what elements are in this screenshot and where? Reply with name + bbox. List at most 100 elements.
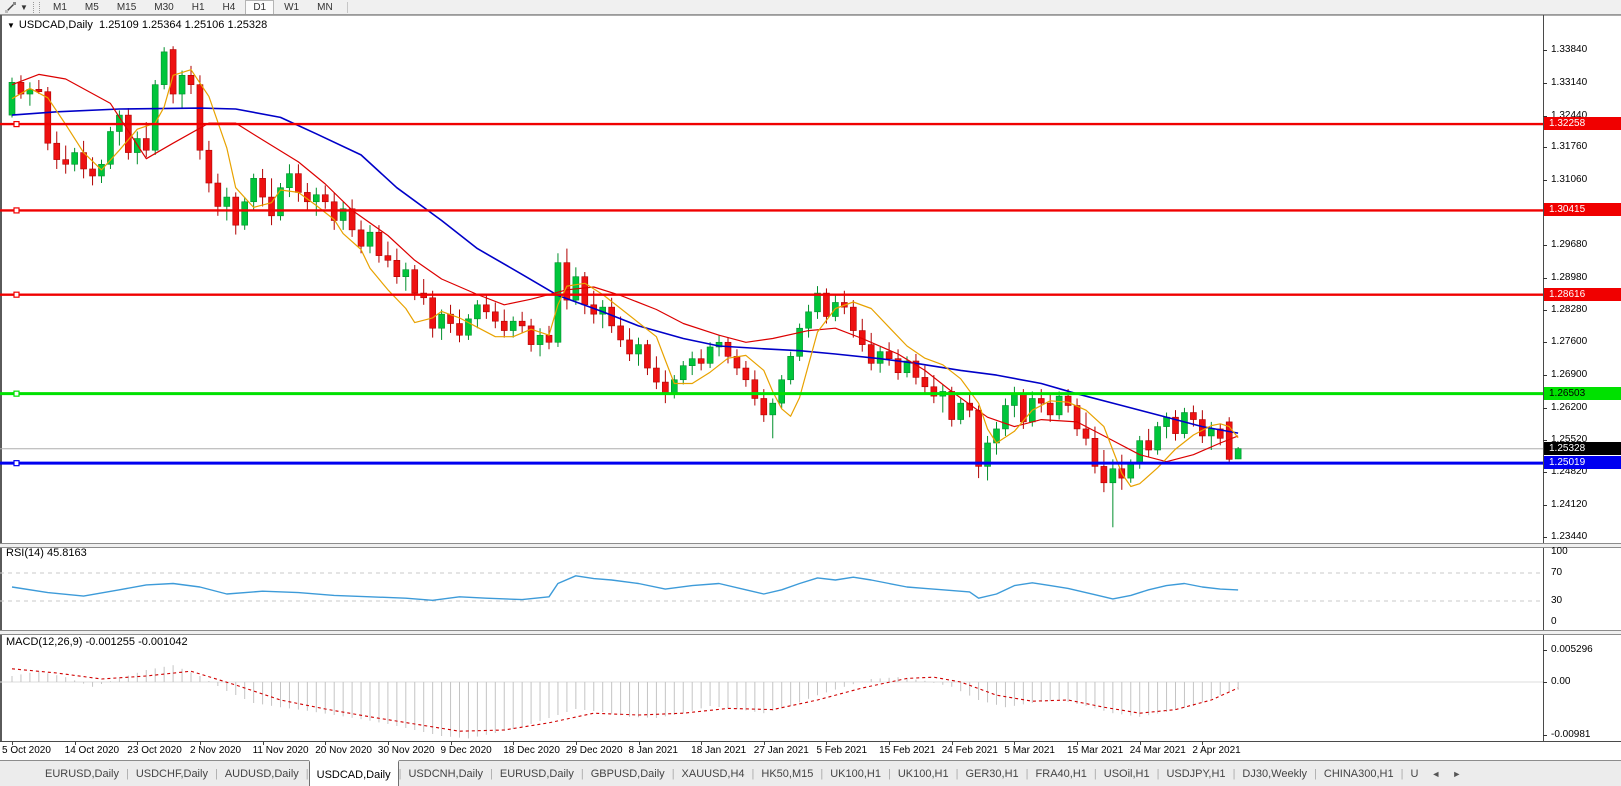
- chart-tab-EURUSD-Daily[interactable]: EURUSD,Daily: [493, 761, 581, 786]
- rsi-panel-splitter[interactable]: [0, 543, 1621, 548]
- tab-bar-lead-space: [0, 761, 38, 786]
- macd-panel-splitter[interactable]: [0, 630, 1621, 635]
- ma-red-line: [11, 73, 1239, 463]
- chart-tab-HK50-M15[interactable]: HK50,M15: [754, 761, 820, 786]
- chart-plot[interactable]: [0, 0, 1621, 786]
- chart-tab-USDJPY-H1[interactable]: USDJPY,H1: [1159, 761, 1232, 786]
- time-axis-label: 18 Jan 2021: [691, 745, 747, 756]
- price-axis-tick-label: 1.24120: [1551, 499, 1588, 511]
- chart-tab-FRA40-H1[interactable]: FRA40,H1: [1029, 761, 1094, 786]
- timeframe-button-M15[interactable]: M15: [109, 0, 144, 15]
- chart-tab-USDCHF-Daily[interactable]: USDCHF,Daily: [129, 761, 215, 786]
- tabs-scroll-left-icon[interactable]: ◄: [1425, 761, 1446, 786]
- timeframe-button-W1[interactable]: W1: [276, 0, 307, 15]
- time-axis-label: 27 Jan 2021: [753, 745, 809, 756]
- time-axis-label: 5 Feb 2021: [816, 745, 868, 756]
- hline-anchor-handle[interactable]: [13, 291, 20, 298]
- hline-price-label: 1.30415: [1544, 203, 1621, 217]
- timeframe-button-H4[interactable]: H4: [215, 0, 244, 15]
- rsi-axis-label: 30: [1551, 595, 1563, 606]
- chart-title: ▼ USDCAD,Daily 1.25109 1.25364 1.25106 1.…: [7, 19, 267, 31]
- hline-anchor-handle[interactable]: [13, 460, 20, 467]
- timeframe-button-D1[interactable]: D1: [245, 0, 275, 15]
- price-axis-tick: [1543, 439, 1547, 441]
- price-axis-tick-label: 1.31060: [1551, 174, 1588, 186]
- chart-tab-UK100-H1[interactable]: UK100,H1: [891, 761, 956, 786]
- macd-axis-label: -0.00981: [1551, 729, 1591, 740]
- rsi-axis-label: 0: [1551, 616, 1557, 627]
- hline-anchor-handle[interactable]: [13, 207, 20, 214]
- macd-axis-label: 0.005296: [1551, 644, 1593, 656]
- timeframe-button-MN[interactable]: MN: [309, 0, 341, 15]
- tabs-scroll-right-icon[interactable]: ►: [1446, 761, 1467, 786]
- time-axis-label: 8 Jan 2021: [628, 745, 679, 756]
- time-axis-label: 2 Nov 2020: [189, 745, 242, 756]
- drawing-tool-dropdown-icon[interactable]: ▼: [18, 3, 30, 12]
- current-price-label: 1.25328: [1544, 441, 1621, 455]
- price-axis-tick: [1543, 310, 1547, 312]
- macd-indicator-label: MACD(12,26,9) -0.001255 -0.001042: [6, 636, 188, 648]
- drawing-tool-icon[interactable]: [2, 1, 18, 14]
- macd-name: MACD(12,26,9): [6, 636, 83, 648]
- chart-ohlc-values: 1.25109 1.25364 1.25106 1.25328: [99, 19, 268, 31]
- price-axis-tick-label: 1.29680: [1551, 238, 1588, 250]
- price-axis-tick: [1543, 147, 1547, 149]
- hline-anchor-handle[interactable]: [13, 390, 20, 397]
- timeframe-button-M5[interactable]: M5: [77, 0, 107, 15]
- hline-price-label: 1.28616: [1544, 287, 1621, 301]
- price-axis-tick-label: 1.28280: [1551, 304, 1588, 316]
- time-axis-label: 15 Feb 2021: [879, 745, 936, 756]
- time-axis-label: 18 Dec 2020: [503, 745, 560, 756]
- hline-price-label: 1.25019: [1544, 456, 1621, 470]
- chart-tab-CHINA300-H1[interactable]: CHINA300,H1: [1317, 761, 1401, 786]
- chart-tab-GER30-H1[interactable]: GER30,H1: [958, 761, 1025, 786]
- rsi-axis-label: 100: [1551, 546, 1568, 557]
- symbol-menu-icon[interactable]: ▼: [7, 21, 15, 30]
- timeframe-button-M1[interactable]: M1: [45, 0, 75, 15]
- price-axis-tick: [1543, 505, 1547, 507]
- price-axis-tick: [1543, 277, 1547, 279]
- timeframe-buttons: M1 M5 M15 M30 H1 H4 D1 W1 MN: [44, 0, 342, 15]
- rsi-value: 45.8163: [46, 547, 87, 559]
- time-axis-label: 20 Nov 2020: [315, 745, 372, 756]
- time-axis-label: 29 Dec 2020: [565, 745, 623, 756]
- macd-axis-label: 0.00: [1551, 676, 1571, 687]
- hline-anchor-handle[interactable]: [13, 120, 20, 128]
- time-axis-label: 11 Nov 2020: [252, 745, 309, 756]
- toolbar-grip[interactable]: [33, 2, 40, 13]
- time-axis-label: 30 Nov 2020: [377, 745, 435, 756]
- chart-window-left-border: [0, 15, 2, 760]
- chart-tab-AUDUSD-Daily[interactable]: AUDUSD,Daily: [218, 761, 306, 786]
- chart-tabs-bar: EURUSD,Daily | USDCHF,Daily | AUDUSD,Daily | U…: [0, 760, 1621, 786]
- time-axis-label: 15 Mar 2021: [1067, 745, 1124, 756]
- time-axis-label: 24 Mar 2021: [1129, 745, 1186, 756]
- time-axis[interactable]: 5 Oct 2020 14 Oct 2020 23 Oct 2020 2 Nov 20…: [0, 742, 1621, 760]
- chart-tab-DJ30-Weekly[interactable]: DJ30,Weekly: [1235, 761, 1314, 786]
- timeframe-button-M30[interactable]: M30: [146, 0, 181, 15]
- toolbar-separator: [346, 2, 348, 13]
- ma-blue-line: [11, 107, 1239, 434]
- chart-tab-XAUUSD-H4[interactable]: XAUUSD,H4: [675, 761, 752, 786]
- rsi-axis-label: 70: [1551, 567, 1563, 578]
- price-axis-tick: [1543, 82, 1547, 84]
- chart-tab-EURUSD-Daily[interactable]: EURUSD,Daily: [38, 761, 126, 786]
- chart-tab-U[interactable]: U: [1403, 761, 1425, 786]
- price-axis-tick: [1543, 244, 1547, 246]
- rsi-indicator-label: RSI(14) 45.8163: [6, 547, 87, 559]
- time-axis-label: 23 Oct 2020: [127, 745, 182, 756]
- chart-tab-USOil-H1[interactable]: USOil,H1: [1097, 761, 1157, 786]
- chart-tab-USDCNH-Daily[interactable]: USDCNH,Daily: [401, 761, 490, 786]
- chart-tab-UK100-H1[interactable]: UK100,H1: [823, 761, 888, 786]
- macd-values: -0.001255 -0.001042: [85, 636, 188, 648]
- chart-tab-USDCAD-Daily[interactable]: USDCAD,Daily: [308, 760, 399, 786]
- price-axis-tick-label: 1.33840: [1551, 44, 1588, 55]
- price-axis-tick: [1543, 407, 1547, 409]
- timeframe-button-H1[interactable]: H1: [184, 0, 213, 15]
- application-window: ▼ M1 M5 M15 M30 H1 H4 D1 W1 MN ▼ USDCAD,Daily 1.2…: [0, 0, 1621, 786]
- hline-price-label: 1.26503: [1544, 386, 1621, 400]
- price-axis-tick: [1543, 537, 1547, 539]
- price-axis-tick-label: 1.31760: [1551, 141, 1588, 153]
- chart-tab-GBPUSD-Daily[interactable]: GBPUSD,Daily: [584, 761, 672, 786]
- macd-axis-tick: [1543, 682, 1547, 683]
- price-axis-tick-label: 1.26200: [1551, 401, 1588, 413]
